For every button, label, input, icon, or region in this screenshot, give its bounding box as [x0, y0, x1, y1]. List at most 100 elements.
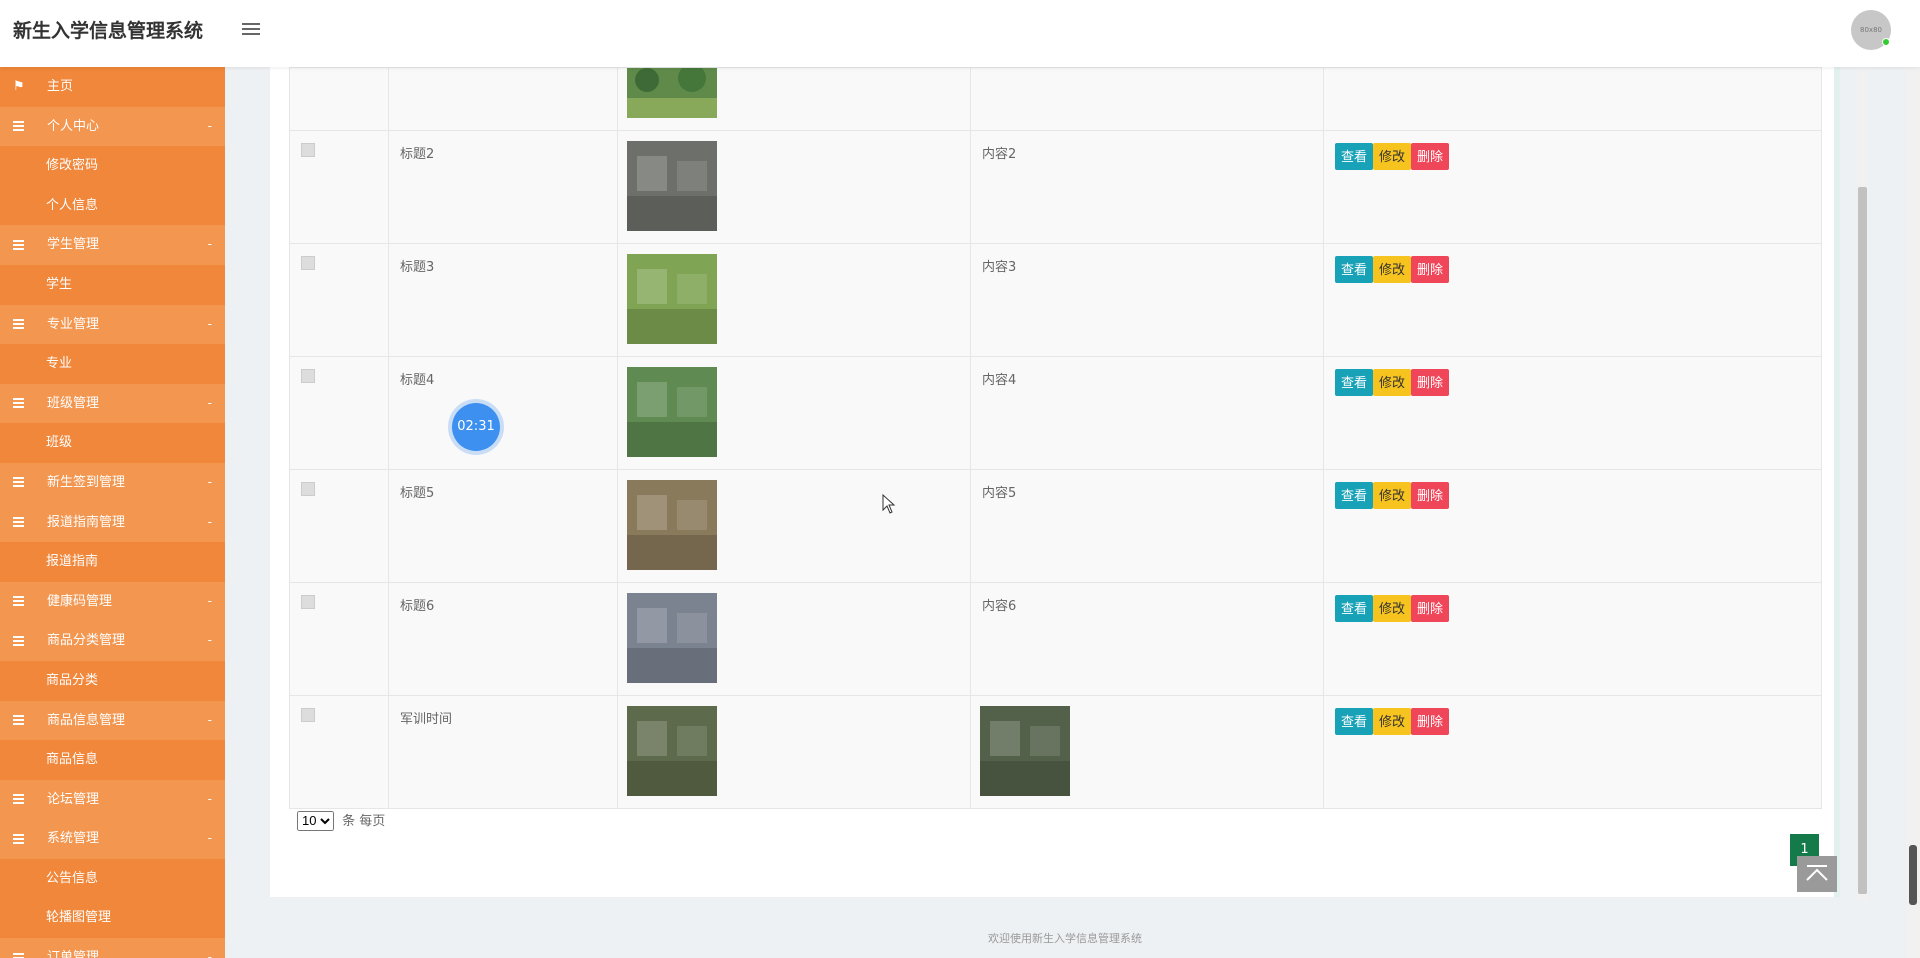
view-button[interactable]: 查看	[1335, 708, 1374, 735]
view-button[interactable]: 查看	[1335, 595, 1374, 622]
sidebar-item[interactable]: - 个人中心	[0, 106, 225, 147]
collapse-icon: -	[207, 791, 212, 806]
sidebar-item[interactable]: 班级	[0, 423, 225, 463]
sidebar-item[interactable]: ⚑ 主页	[0, 67, 225, 107]
view-button[interactable]: 查看	[1335, 256, 1374, 283]
sidebar-item[interactable]: 修改密码	[0, 146, 225, 186]
row-image	[980, 706, 1070, 796]
back-to-top-button[interactable]	[1797, 856, 1837, 892]
sidebar-item-label: 班级管理	[47, 395, 100, 411]
collapse-icon: -	[207, 474, 212, 489]
sidebar-item-label: 学生管理	[47, 237, 100, 253]
inner-scrollbar[interactable]	[1857, 67, 1868, 900]
list-icon	[13, 819, 25, 859]
sidebar-item[interactable]: - 健康码管理	[0, 581, 225, 622]
collapse-icon: -	[207, 237, 212, 252]
title-cell: 标题3	[400, 260, 435, 275]
sidebar-item-label: 修改密码	[46, 158, 99, 174]
chevron-up-icon	[1806, 865, 1828, 881]
sidebar-item[interactable]: 商品分类	[0, 661, 225, 701]
sidebar-item[interactable]: 报道指南	[0, 542, 225, 582]
sidebar-item[interactable]: - 系统管理	[0, 819, 225, 859]
delete-button[interactable]: 删除	[1411, 708, 1450, 735]
main-panel: 标题2 内容2 查看 修改 删除 标题3 内容3 查看 修改 删除 标题4 内容4 查看 修改 删除 标题5 内…	[270, 67, 1840, 897]
edit-button[interactable]: 修改	[1373, 708, 1412, 735]
page-size-suffix: 条 每页	[342, 814, 386, 829]
sidebar-item-label: 报道指南	[46, 554, 99, 570]
delete-button[interactable]: 删除	[1411, 256, 1450, 283]
collapse-icon: -	[207, 950, 212, 958]
row-checkbox[interactable]	[301, 482, 315, 496]
row-checkbox[interactable]	[301, 143, 315, 157]
mouse-cursor-icon	[882, 494, 896, 514]
page-size-select[interactable]: 10	[297, 810, 334, 831]
sidebar-item[interactable]: 个人信息	[0, 186, 225, 226]
title-cell: 标题2	[400, 147, 435, 162]
row-image	[627, 141, 717, 231]
collapse-icon: -	[207, 316, 212, 331]
content-cell: 内容6	[982, 599, 1017, 614]
row-image	[627, 480, 717, 570]
table-row: 标题4 内容4 查看 修改 删除	[289, 356, 1822, 470]
sidebar-item[interactable]: - 学生管理	[0, 225, 225, 265]
sidebar-item[interactable]: - 班级管理	[0, 383, 225, 424]
app-title: 新生入学信息管理系统	[13, 20, 204, 42]
sidebar-item-label: 班级	[46, 435, 73, 451]
row-checkbox[interactable]	[301, 369, 315, 383]
list-icon	[13, 780, 25, 820]
sidebar-item[interactable]: - 专业管理	[0, 304, 225, 345]
title-cell: 标题4	[400, 373, 435, 388]
sidebar-item[interactable]: - 订单管理	[0, 938, 225, 958]
sidebar-item-label: 报道指南管理	[47, 514, 126, 530]
delete-button[interactable]: 删除	[1411, 482, 1450, 509]
sidebar-item[interactable]: - 商品分类管理	[0, 621, 225, 661]
row-image	[627, 593, 717, 683]
sidebar-item-label: 商品分类管理	[47, 633, 126, 649]
sidebar-item-label: 轮播图管理	[46, 910, 112, 926]
menu-toggle-icon[interactable]	[240, 20, 262, 42]
online-status-dot	[1882, 38, 1890, 46]
delete-button[interactable]: 删除	[1411, 143, 1450, 170]
delete-button[interactable]: 删除	[1411, 595, 1450, 622]
collapse-icon: -	[207, 593, 212, 608]
scroll-thumb[interactable]	[1858, 187, 1867, 894]
sidebar-item-label: 专业	[46, 356, 73, 372]
content-cell: 内容4	[982, 373, 1017, 388]
flag-icon: ⚑	[13, 79, 25, 94]
collapse-icon: -	[207, 712, 212, 727]
sidebar-item[interactable]: 轮播图管理	[0, 898, 225, 938]
footer-text: 欢迎使用新生入学信息管理系统	[988, 932, 1142, 945]
sidebar-item[interactable]: - 论坛管理	[0, 779, 225, 820]
list-icon	[13, 503, 25, 543]
collapse-icon: -	[207, 395, 212, 410]
row-checkbox[interactable]	[301, 256, 315, 270]
sidebar-item[interactable]: - 新生签到管理	[0, 462, 225, 503]
page-scroll-thumb[interactable]	[1909, 845, 1917, 905]
view-button[interactable]: 查看	[1335, 369, 1374, 396]
title-cell: 标题5	[400, 486, 435, 501]
edit-button[interactable]: 修改	[1373, 369, 1412, 396]
sidebar-item[interactable]: - 商品信息管理	[0, 700, 225, 741]
sidebar-item[interactable]: - 报道指南管理	[0, 502, 225, 543]
sidebar-item-label: 新生签到管理	[47, 474, 126, 490]
row-checkbox[interactable]	[301, 708, 315, 722]
table-row: 军训时间 查看 修改 删除	[289, 695, 1822, 809]
sidebar-item[interactable]: 学生	[0, 265, 225, 305]
sidebar-item-label: 个人中心	[47, 118, 100, 134]
view-button[interactable]: 查看	[1335, 143, 1374, 170]
row-checkbox[interactable]	[301, 595, 315, 609]
collapse-icon: -	[207, 633, 212, 648]
edit-button[interactable]: 修改	[1373, 256, 1412, 283]
view-button[interactable]: 查看	[1335, 482, 1374, 509]
sidebar-item-label: 主页	[47, 79, 74, 94]
table-row: 标题2 内容2 查看 修改 删除	[289, 130, 1822, 244]
page-scrollbar[interactable]	[1906, 0, 1920, 958]
list-icon	[13, 305, 25, 345]
edit-button[interactable]: 修改	[1373, 595, 1412, 622]
edit-button[interactable]: 修改	[1373, 482, 1412, 509]
edit-button[interactable]: 修改	[1373, 143, 1412, 170]
sidebar-item[interactable]: 商品信息	[0, 740, 225, 780]
delete-button[interactable]: 删除	[1411, 369, 1450, 396]
sidebar-item[interactable]: 公告信息	[0, 859, 225, 899]
sidebar-item[interactable]: 专业	[0, 344, 225, 384]
